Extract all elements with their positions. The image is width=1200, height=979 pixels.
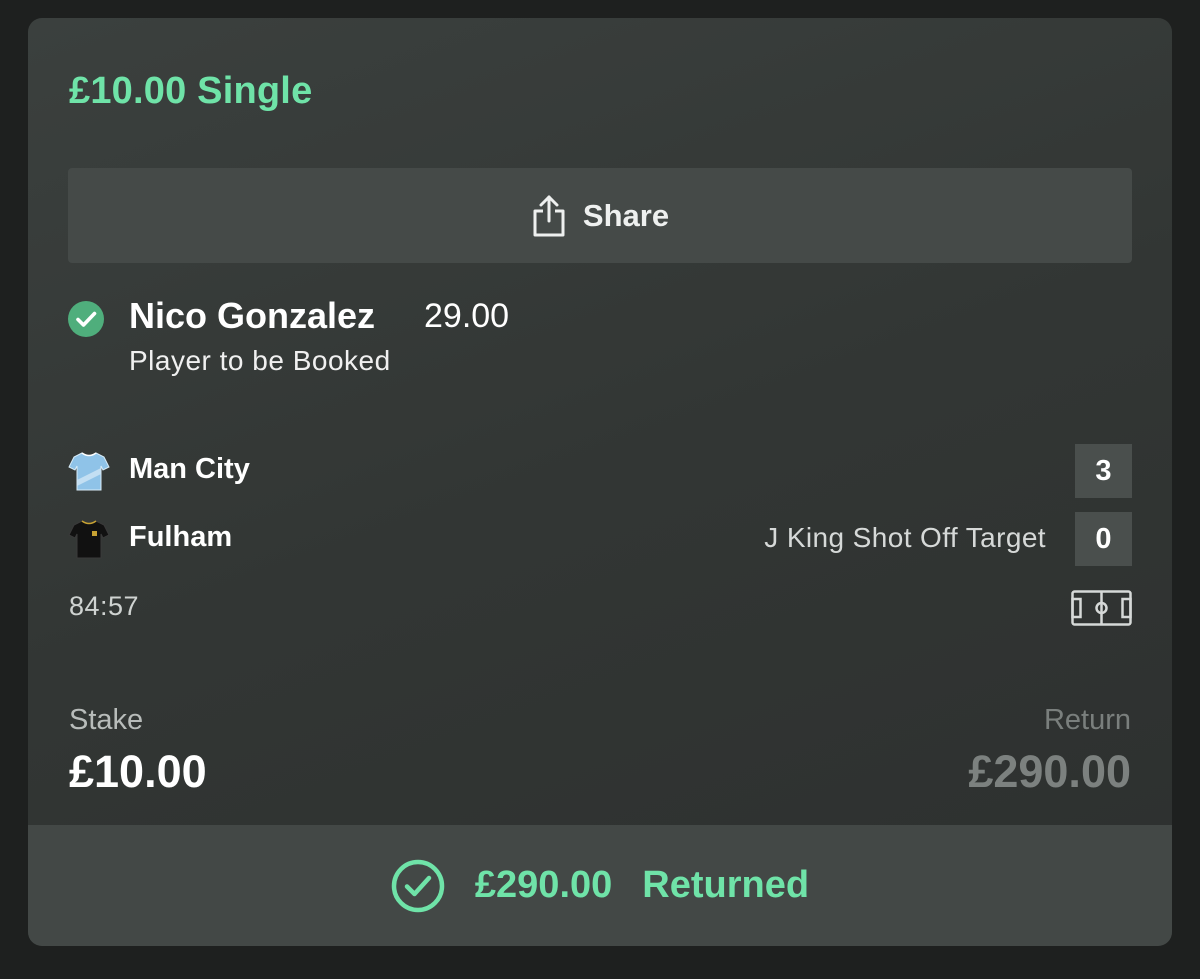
bet-title: £10.00 Single [69,70,313,112]
match-clock: 84:57 [69,591,140,621]
return-label: Return [1043,704,1131,736]
away-score: 0 [1075,512,1132,566]
share-icon [531,194,567,238]
pitch-icon[interactable] [1071,590,1132,626]
home-score: 3 [1075,444,1132,498]
share-button[interactable]: Share [68,168,1132,263]
bet-card: £10.00 Single Share Nico Gonzalez 29.00 … [28,18,1172,946]
away-team-row: Fulham J King Shot Off Target 0 [68,512,1132,566]
stake-value: £10.00 [69,746,207,797]
share-label: Share [582,197,670,233]
away-kit-icon [68,518,110,560]
selection-name: Nico Gonzalez [129,295,376,336]
returned-amount: £290.00 [474,864,613,906]
home-kit-icon [68,450,110,492]
check-circle-outline-icon [391,859,445,913]
selection-odds: 29.00 [424,297,510,335]
returned-banner: £290.00 Returned [28,825,1172,946]
match-event: J King Shot Off Target [764,522,1046,553]
stake-label: Stake [69,704,144,736]
check-circle-icon [68,301,104,337]
returned-label: Returned [642,864,810,906]
market-name: Player to be Booked [129,345,391,376]
home-team-name: Man City [129,453,250,485]
return-value: £290.00 [968,746,1131,797]
home-team-row: Man City 3 [68,444,1132,498]
away-team-name: Fulham [129,521,233,553]
